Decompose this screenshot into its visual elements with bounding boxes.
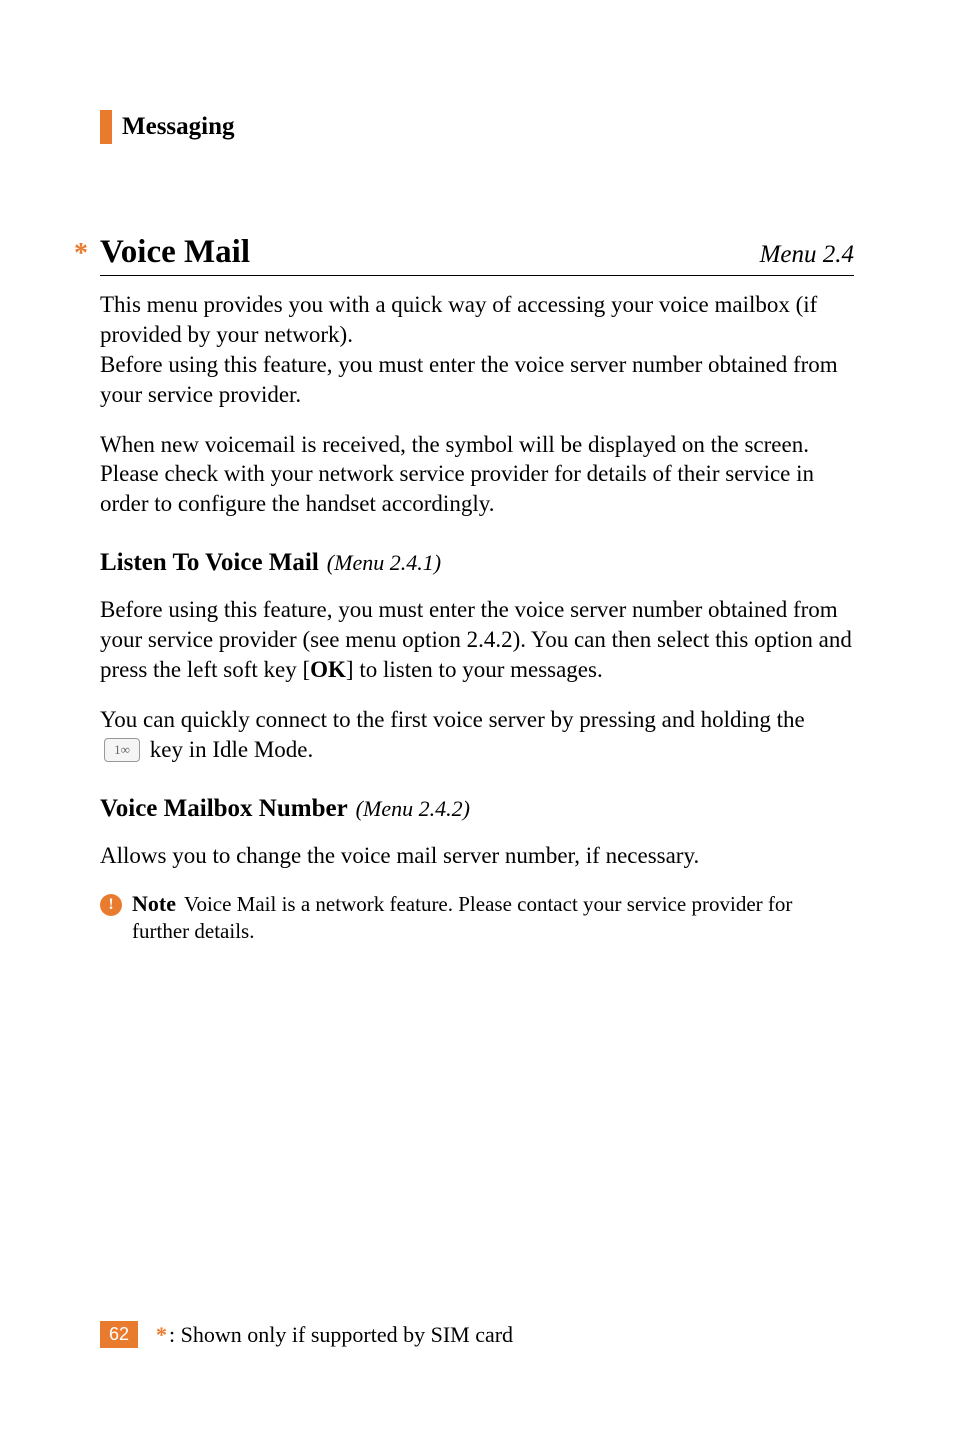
- ok-label: OK: [310, 657, 346, 682]
- listen-para1-b: ] to listen to your messages.: [346, 657, 603, 682]
- footer: 62 * : Shown only if supported by SIM ca…: [100, 1321, 513, 1348]
- listen-para1: Before using this feature, you must ente…: [100, 595, 854, 685]
- section-header: Messaging: [100, 110, 854, 144]
- orange-bar-icon: [100, 110, 112, 144]
- footer-asterisk-icon: *: [156, 1322, 167, 1348]
- mailbox-menu-ref: (Menu 2.4.2): [356, 796, 470, 822]
- voice-mail-heading: Voice Mail: [100, 234, 760, 271]
- note-row: ! NoteVoice Mail is a network feature. P…: [100, 891, 854, 946]
- mailbox-heading-row: Voice Mailbox Number (Menu 2.4.2): [100, 795, 854, 823]
- voice-mail-para3: When new voicemail is received, the symb…: [100, 430, 854, 520]
- vm-para1-line1: This menu provides you with a quick way …: [100, 292, 817, 347]
- note-icon: !: [100, 894, 122, 916]
- section-title: Messaging: [122, 113, 235, 141]
- asterisk-icon: *: [74, 238, 90, 270]
- listen-para2: You can quickly connect to the first voi…: [100, 705, 854, 765]
- note-label: Note: [132, 891, 176, 916]
- listen-heading: Listen To Voice Mail: [100, 549, 319, 577]
- voice-mail-menu-ref: Menu 2.4: [760, 241, 854, 269]
- one-key-icon: 1∞: [104, 738, 140, 762]
- listen-menu-ref: (Menu 2.4.1): [327, 550, 441, 576]
- voice-mail-heading-row: * Voice Mail Menu 2.4: [100, 234, 854, 276]
- vm-para1-line2: Before using this feature, you must ente…: [100, 352, 838, 407]
- page-number: 62: [100, 1321, 138, 1348]
- mailbox-para1: Allows you to change the voice mail serv…: [100, 841, 854, 871]
- mailbox-heading: Voice Mailbox Number: [100, 795, 348, 823]
- listen-para2-b: key in Idle Mode.: [144, 737, 313, 762]
- listen-para2-a: You can quickly connect to the first voi…: [100, 707, 805, 732]
- voice-mail-para1: This menu provides you with a quick way …: [100, 290, 854, 410]
- note-content: NoteVoice Mail is a network feature. Ple…: [132, 891, 854, 946]
- listen-heading-row: Listen To Voice Mail (Menu 2.4.1): [100, 549, 854, 577]
- footer-text: : Shown only if supported by SIM card: [169, 1322, 513, 1348]
- note-text: Voice Mail is a network feature. Please …: [132, 892, 792, 943]
